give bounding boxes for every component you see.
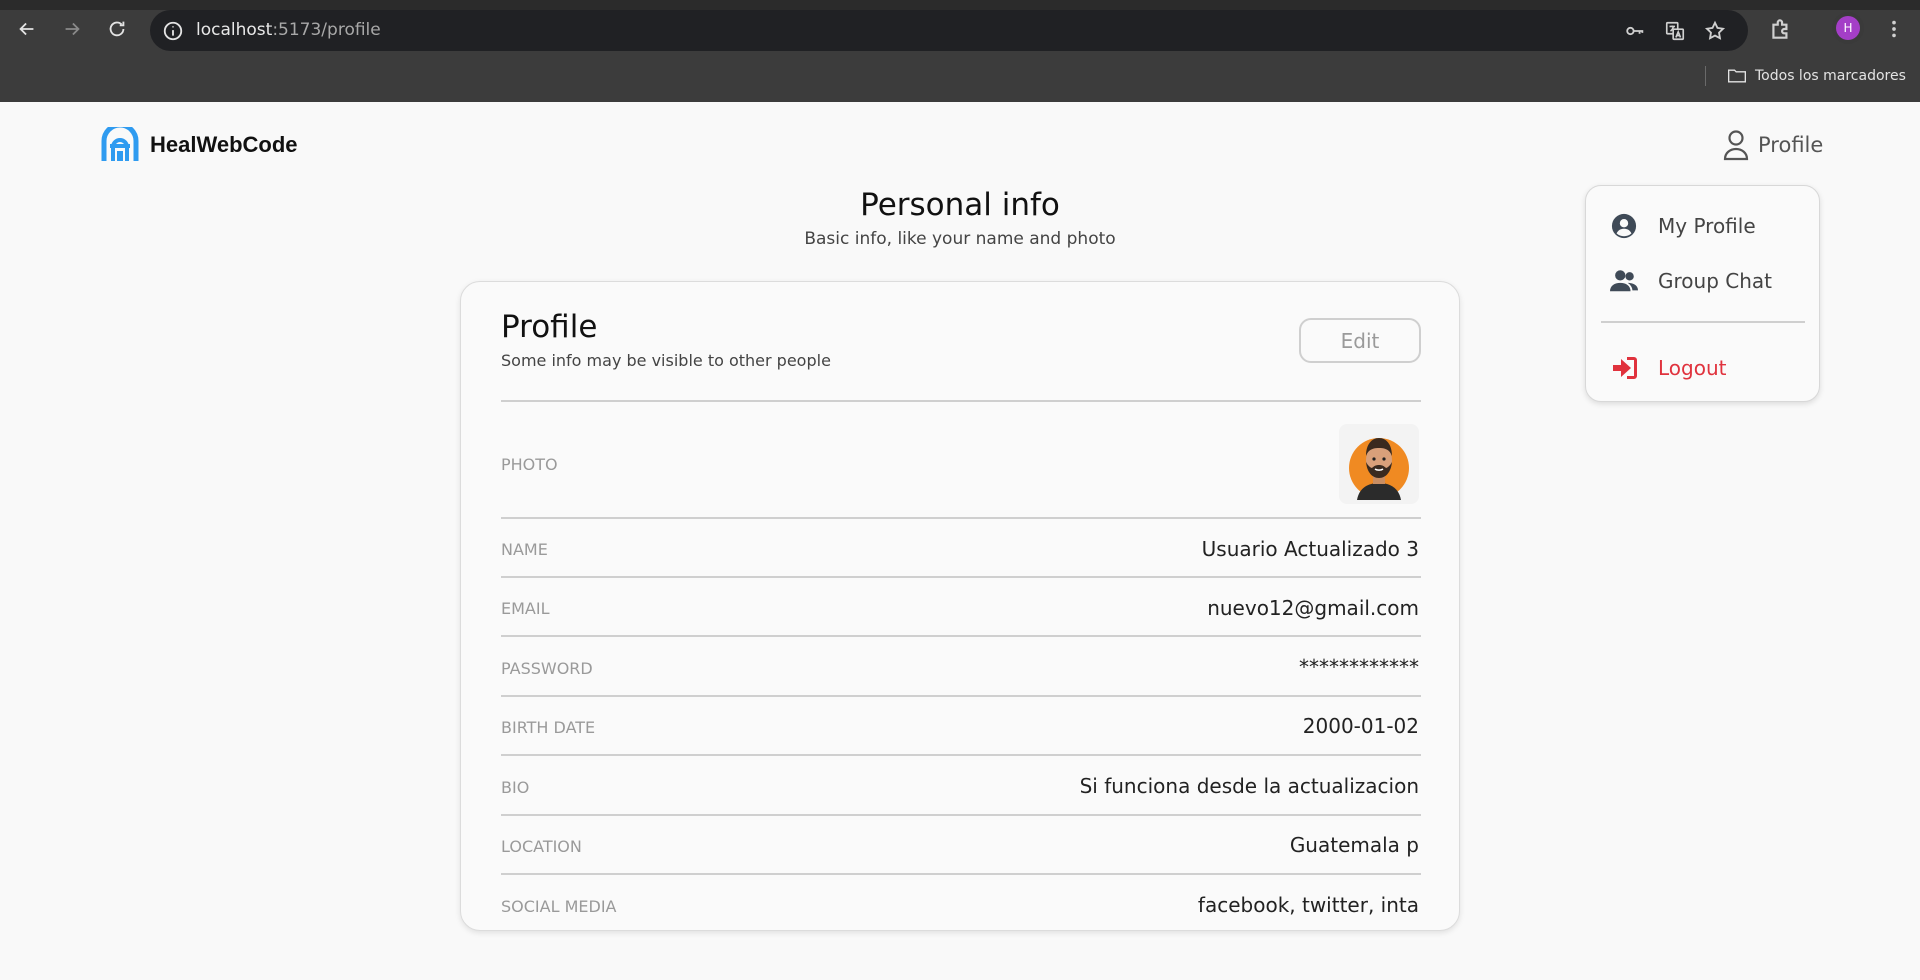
bookmark-star-icon[interactable] [1702,18,1728,44]
page-title: Personal info [860,187,1060,223]
menu-item-group-chat[interactable]: Group Chat [1610,264,1772,298]
translate-icon[interactable] [1662,18,1688,44]
name-label: NAME [501,540,548,559]
menu-item-logout[interactable]: Logout [1610,351,1726,385]
url-host: localhost [196,20,273,40]
forward-button[interactable] [57,14,87,44]
divider [501,873,1421,875]
tab-strip [0,0,1920,10]
site-info-icon[interactable] [162,20,184,42]
profile-menu-button[interactable]: Profile [1722,128,1823,162]
divider [501,754,1421,756]
brand-logo[interactable]: HealWebCode [100,127,298,163]
bio-value: Si funciona desde la actualizacion [1079,774,1419,798]
bookmarks-separator [1705,66,1706,86]
users-icon [1610,270,1638,292]
profile-card: Profile Some info may be visible to othe… [460,281,1460,931]
logout-icon [1613,357,1637,379]
edit-button[interactable]: Edit [1299,318,1421,363]
user-outline-icon [1723,130,1749,161]
location-value: Guatemala p [1289,833,1419,857]
card-subtitle: Some info may be visible to other people [501,351,831,370]
bio-label: BIO [501,778,530,797]
divider [501,576,1421,578]
page-subtitle: Basic info, like your name and photo [804,229,1116,249]
divider [501,635,1421,637]
divider [501,695,1421,697]
bookmarks-bar: Todos los marcadores [0,60,1920,102]
social-media-value: facebook, twitter, inta [1197,893,1419,917]
all-bookmarks-button[interactable]: Todos los marcadores [1727,66,1906,86]
email-value: nuevo12@gmail.com [1207,596,1419,620]
password-label: PASSWORD [501,659,593,678]
arrow-right-icon [65,22,80,36]
location-label: LOCATION [501,837,582,856]
password-value: ************ [1299,655,1419,679]
profile-photo[interactable] [1339,424,1419,504]
brand-name: HealWebCode [150,132,298,157]
browser-profile-avatar[interactable]: H [1832,12,1864,44]
browser-menu-icon[interactable] [1884,16,1904,42]
birth-date-value: 2000-01-02 [1302,714,1419,738]
menu-divider [1601,321,1805,323]
name-value: Usuario Actualizado 3 [1201,537,1419,561]
birth-date-label: BIRTH DATE [501,718,596,737]
divider [501,814,1421,816]
arrow-left-icon [19,22,34,36]
logo-icon [101,127,139,161]
back-button[interactable] [12,14,42,44]
url-text[interactable]: localhost:5173/profile [196,20,381,40]
extensions-icon[interactable] [1768,16,1794,42]
divider [501,517,1421,519]
email-label: EMAIL [501,599,550,618]
all-bookmarks-label: Todos los marcadores [1755,68,1906,84]
menu-item-label: Group Chat [1658,269,1772,293]
url-path: :5173/profile [272,20,381,40]
divider [501,400,1421,402]
address-bar[interactable]: localhost:5173/profile [150,10,1748,51]
reload-button[interactable] [102,14,132,44]
social-media-label: SOCIAL MEDIA [501,897,617,916]
card-title: Profile [501,309,598,345]
profile-menu-label: Profile [1758,133,1824,157]
photo-label: PHOTO [501,455,558,474]
reload-icon [109,21,125,37]
avatar-illustration [1349,438,1409,500]
avatar-initial: H [1836,16,1860,40]
browser-chrome: localhost:5173/profile H Todos los marca… [0,0,1920,102]
menu-item-label: Logout [1658,356,1727,380]
password-key-icon[interactable] [1622,18,1648,44]
folder-icon [1728,69,1746,83]
